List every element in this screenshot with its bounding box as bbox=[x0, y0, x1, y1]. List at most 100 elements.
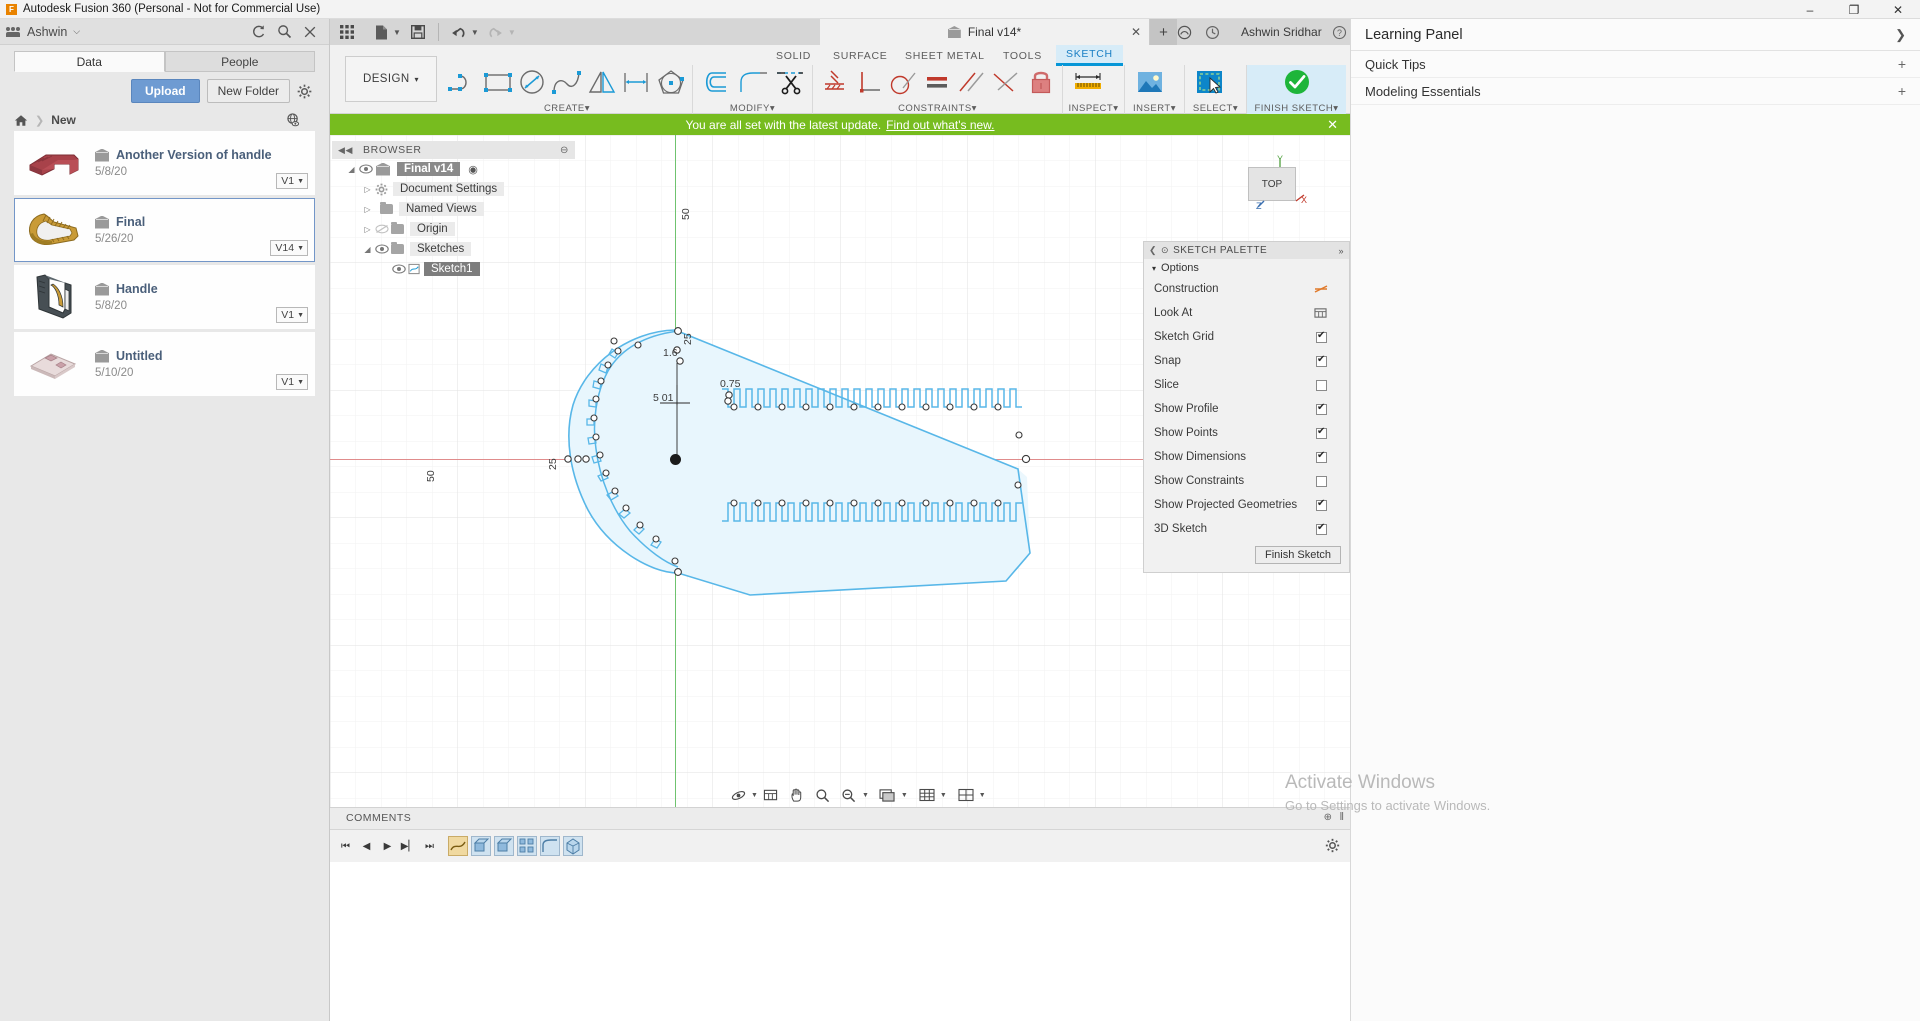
3d-sketch-checkbox[interactable] bbox=[1316, 522, 1327, 535]
collapse-browser-icon[interactable]: ◀◀ bbox=[338, 145, 353, 156]
look-at-icon[interactable] bbox=[758, 783, 784, 807]
palette-row-construction[interactable]: Construction bbox=[1144, 277, 1349, 301]
new-document-tab-button[interactable]: + bbox=[1150, 19, 1177, 45]
palette-row-show-profile[interactable]: Show Profile bbox=[1144, 397, 1349, 421]
browser-node-named-views[interactable]: ▷ Named Views bbox=[332, 199, 575, 219]
breadcrumb-current[interactable]: New bbox=[51, 113, 76, 127]
browser-node-sketches[interactable]: ◢ Sketches bbox=[332, 239, 575, 259]
sketch-rectangle-icon[interactable] bbox=[481, 65, 516, 99]
parallel-constraint-icon[interactable] bbox=[955, 65, 989, 99]
list-item[interactable]: Handle 5/8/20 V1 ▼ bbox=[14, 265, 315, 329]
account-name[interactable]: Ashwin Sridhar bbox=[1241, 25, 1322, 39]
select-window-cursor-icon[interactable] bbox=[1189, 65, 1231, 99]
collapse-left-icon[interactable]: ❮ bbox=[1149, 245, 1157, 256]
horizontal-vertical-constraint-icon[interactable] bbox=[817, 65, 851, 99]
close-panel-icon[interactable] bbox=[297, 21, 323, 43]
equal-constraint-icon[interactable] bbox=[920, 65, 954, 99]
grid-menu-icon[interactable] bbox=[330, 19, 364, 45]
ribbon-group-label-finish-sketch[interactable]: FINISH SKETCH▾ bbox=[1247, 103, 1346, 114]
sketch-circle-icon[interactable] bbox=[515, 65, 550, 99]
ribbon-group-label-inspect[interactable]: INSPECT▾ bbox=[1063, 103, 1124, 114]
component-activate-radio-icon[interactable]: ◉ bbox=[468, 163, 478, 176]
chevron-down-icon[interactable]: ▼ bbox=[862, 792, 869, 799]
timeline-feature-sketch[interactable] bbox=[448, 836, 468, 856]
learning-panel-item-quick-tips[interactable]: Quick Tips + bbox=[1351, 51, 1920, 78]
tab-tools[interactable]: TOOLS bbox=[995, 48, 1050, 64]
document-tab[interactable]: Final v14* ✕ bbox=[820, 19, 1150, 45]
expand-plus-icon[interactable]: + bbox=[1898, 56, 1906, 72]
step-forward-icon[interactable]: ▶▏ bbox=[399, 836, 418, 856]
ribbon-group-label-select[interactable]: SELECT▾ bbox=[1185, 103, 1246, 114]
fix-unfix-lock-icon[interactable] bbox=[1024, 65, 1058, 99]
dimension-label[interactable]: 25 bbox=[682, 333, 694, 345]
chevron-down-icon[interactable]: ▼ bbox=[940, 792, 947, 799]
tab-solid[interactable]: SOLID bbox=[768, 48, 819, 64]
tab-sheet-metal[interactable]: SHEET METAL bbox=[897, 48, 993, 64]
timeline-feature-body[interactable] bbox=[563, 836, 583, 856]
maximize-button[interactable]: ❐ bbox=[1832, 0, 1876, 19]
perpendicular-constraint-icon[interactable] bbox=[851, 65, 885, 99]
list-item[interactable]: Untitled 5/10/20 V1 ▼ bbox=[14, 332, 315, 396]
expand-arrow-icon[interactable]: ▷ bbox=[360, 225, 375, 234]
timeline-settings-gear-icon[interactable] bbox=[1325, 838, 1340, 853]
palette-row-show-points[interactable]: Show Points bbox=[1144, 421, 1349, 445]
snap-checkbox[interactable] bbox=[1316, 354, 1327, 367]
chevron-down-icon[interactable]: ▼ bbox=[901, 792, 908, 799]
list-item[interactable]: Final 5/26/20 V14 ▼ bbox=[14, 198, 315, 262]
sketch-grid-checkbox[interactable] bbox=[1316, 330, 1327, 343]
tab-data[interactable]: Data bbox=[14, 51, 165, 72]
upload-button[interactable]: Upload bbox=[130, 79, 200, 103]
browser-node-document-settings[interactable]: ▷ Document Settings bbox=[332, 179, 575, 199]
finish-sketch-check-icon[interactable] bbox=[1251, 65, 1342, 99]
close-document-tab-icon[interactable]: ✕ bbox=[1131, 25, 1141, 39]
measure-ruler-icon[interactable] bbox=[1067, 65, 1109, 99]
grid-snaps-icon[interactable] bbox=[914, 783, 940, 807]
sketch-polygon-icon[interactable] bbox=[653, 65, 688, 99]
minimize-button[interactable]: – bbox=[1788, 0, 1832, 19]
pan-hand-icon[interactable] bbox=[784, 783, 810, 807]
midpoint-constraint-icon[interactable] bbox=[989, 65, 1023, 99]
comments-bar[interactable]: COMMENTS ⊕ ‖ bbox=[330, 807, 1350, 829]
orbit-icon[interactable] bbox=[725, 783, 751, 807]
dimension-label[interactable]: 1.6 bbox=[663, 347, 678, 359]
zoom-magnifier-icon[interactable] bbox=[810, 783, 836, 807]
list-item[interactable]: Another Version of handle 5/8/20 V1 ▼ bbox=[14, 131, 315, 195]
tangent-constraint-icon[interactable] bbox=[886, 65, 920, 99]
visibility-eye-icon[interactable] bbox=[359, 164, 376, 174]
look-at-icon[interactable] bbox=[1314, 307, 1328, 319]
expand-arrow-icon[interactable]: ▷ bbox=[360, 185, 375, 194]
dimension-label[interactable]: 5 01 bbox=[653, 392, 673, 404]
help-icon[interactable]: ? bbox=[1332, 25, 1347, 40]
jump-start-icon[interactable]: ⏮ bbox=[336, 836, 355, 856]
team-name-label[interactable]: Ashwin bbox=[27, 25, 67, 39]
trim-extend-icon[interactable] bbox=[734, 65, 771, 99]
canvas[interactable]: 50 50 25 25 1.6 0.75 5 01 ◀◀ BROWSER ⊖ ◢ bbox=[330, 135, 1350, 807]
new-file-dropdown-caret-icon[interactable]: ▼ bbox=[393, 28, 401, 37]
browser-node-root[interactable]: ◢ Final v14 ◉ bbox=[332, 159, 575, 179]
show-points-checkbox[interactable] bbox=[1316, 426, 1327, 439]
view-cube[interactable]: TOP Y X Z bbox=[1234, 153, 1312, 223]
comments-menu-icon[interactable]: ‖ bbox=[1339, 811, 1344, 823]
sketch-dimension-icon[interactable] bbox=[619, 65, 654, 99]
expand-arrow-icon[interactable]: ◢ bbox=[344, 165, 359, 174]
dimension-label[interactable]: 50 bbox=[425, 470, 437, 482]
tab-sketch[interactable]: SKETCH bbox=[1056, 45, 1123, 66]
expand-arrow-icon[interactable]: ◢ bbox=[360, 245, 375, 254]
job-status-icon[interactable] bbox=[1205, 25, 1233, 40]
show-constraints-checkbox[interactable] bbox=[1316, 475, 1327, 487]
expand-plus-icon[interactable]: + bbox=[1898, 83, 1906, 99]
visibility-eye-icon[interactable] bbox=[392, 264, 408, 274]
ribbon-group-label-constraints[interactable]: CONSTRAINTS▾ bbox=[813, 103, 1062, 114]
timeline-feature-extrude[interactable] bbox=[494, 836, 514, 856]
globe-visibility-icon[interactable] bbox=[286, 113, 301, 127]
banner-link[interactable]: Find out what's new. bbox=[886, 118, 994, 132]
show-projected-geometries-checkbox[interactable] bbox=[1316, 498, 1327, 511]
origin-point[interactable] bbox=[670, 454, 681, 465]
collapse-learning-panel-icon[interactable]: ❯ bbox=[1895, 27, 1906, 43]
undo-dropdown-caret-icon[interactable]: ▼ bbox=[471, 28, 479, 37]
viewports-icon[interactable] bbox=[953, 783, 979, 807]
dimension-label[interactable]: 0.75 bbox=[720, 378, 740, 390]
gear-icon[interactable] bbox=[297, 84, 319, 99]
visibility-off-eye-icon[interactable] bbox=[375, 224, 391, 234]
ribbon-group-label-insert[interactable]: INSERT▾ bbox=[1125, 103, 1184, 114]
